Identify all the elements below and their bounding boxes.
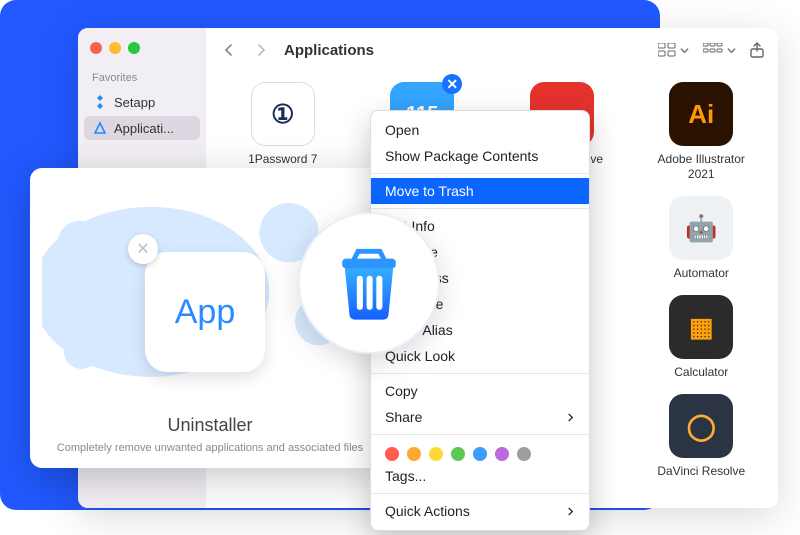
tag-color[interactable] [407,447,421,461]
window-traffic-lights [84,38,200,68]
menu-item-label: Show Package Contents [385,148,538,164]
close-badge-icon[interactable]: ✕ [442,74,462,94]
chevron-right-icon [566,409,575,425]
group-by-button[interactable] [703,43,736,57]
applications-icon [92,120,108,136]
menu-item-move-to-trash[interactable]: Move to Trash [371,178,589,204]
menu-item-label: Quick Actions [385,503,470,519]
menu-item-label: Tags... [385,468,426,484]
menu-separator [371,173,589,174]
app-davinci-resolve[interactable]: ◯ DaVinci Resolve [639,394,765,479]
app-icon: ① [251,82,315,146]
menu-item-label: Quick Look [385,348,455,364]
menu-item-show-package-contents[interactable]: Show Package Contents [371,143,589,169]
app-calculator[interactable]: ▦ Calculator [639,295,765,380]
sidebar-item-setapp[interactable]: Setapp [84,90,200,114]
tag-color[interactable] [517,447,531,461]
app-icon: 🤖 [669,196,733,260]
tag-color-row [371,439,589,463]
trash-icon [330,244,408,322]
menu-separator [371,434,589,435]
app-label: DaVinci Resolve [657,464,745,479]
menu-separator [371,493,589,494]
tag-color[interactable] [473,447,487,461]
app-label: Adobe Illustrator 2021 [646,152,756,182]
close-window-button[interactable] [90,42,102,54]
app-icon: ◯ [669,394,733,458]
sidebar-item-applicati[interactable]: Applicati... [84,116,200,140]
uninstaller-subheading: Completely remove unwanted applications … [30,442,390,454]
app-label: Automator [674,266,729,281]
back-button[interactable] [220,41,238,59]
finder-toolbar: Applications [206,28,778,72]
sidebar-item-label: Applicati... [114,121,174,136]
app-icon: ▦ [669,295,733,359]
menu-item-label: Move to Trash [385,183,474,199]
maximize-window-button[interactable] [128,42,140,54]
app-adobe-illustrator-2021[interactable]: Ai Adobe Illustrator 2021 [639,82,765,182]
trash-illustration [298,212,440,354]
menu-item-label: Copy [385,383,418,399]
app-automator[interactable]: 🤖 Automator [639,196,765,281]
uninstaller-remove-icon: ✕ [128,234,158,264]
uninstaller-app-tile: App [145,252,265,372]
menu-item-quick-actions[interactable]: Quick Actions [371,498,589,524]
menu-item-copy[interactable]: Copy [371,378,589,404]
menu-separator [371,208,589,209]
tag-color[interactable] [495,447,509,461]
app-1password-7[interactable]: ① 1Password 7 [220,82,346,182]
menu-item-quick-look[interactable]: Quick Look [371,343,589,369]
uninstaller-tile-text: App [175,293,236,332]
chevron-right-icon [566,503,575,519]
menu-item-share[interactable]: Share [371,404,589,430]
forward-button[interactable] [252,41,270,59]
sidebar-section-header: Favorites [84,68,200,88]
sidebar-item-label: Setapp [114,95,155,110]
app-label: 1Password 7 [248,152,317,167]
menu-item-label: Open [385,122,419,138]
view-options-button[interactable] [658,43,689,57]
minimize-window-button[interactable] [109,42,121,54]
tag-color[interactable] [385,447,399,461]
location-title: Applications [284,42,374,59]
menu-item-open[interactable]: Open [371,117,589,143]
chevron-down-icon [680,46,689,55]
app-icon: Ai [669,82,733,146]
tag-color[interactable] [451,447,465,461]
share-button[interactable] [750,42,764,58]
menu-item-label: Share [385,409,422,425]
tag-color[interactable] [429,447,443,461]
chevron-down-icon [727,46,736,55]
setapp-icon [92,94,108,110]
menu-item-tags[interactable]: Tags... [371,463,589,489]
app-label: Calculator [674,365,728,380]
menu-separator [371,373,589,374]
uninstaller-heading: Uninstaller [30,415,390,436]
